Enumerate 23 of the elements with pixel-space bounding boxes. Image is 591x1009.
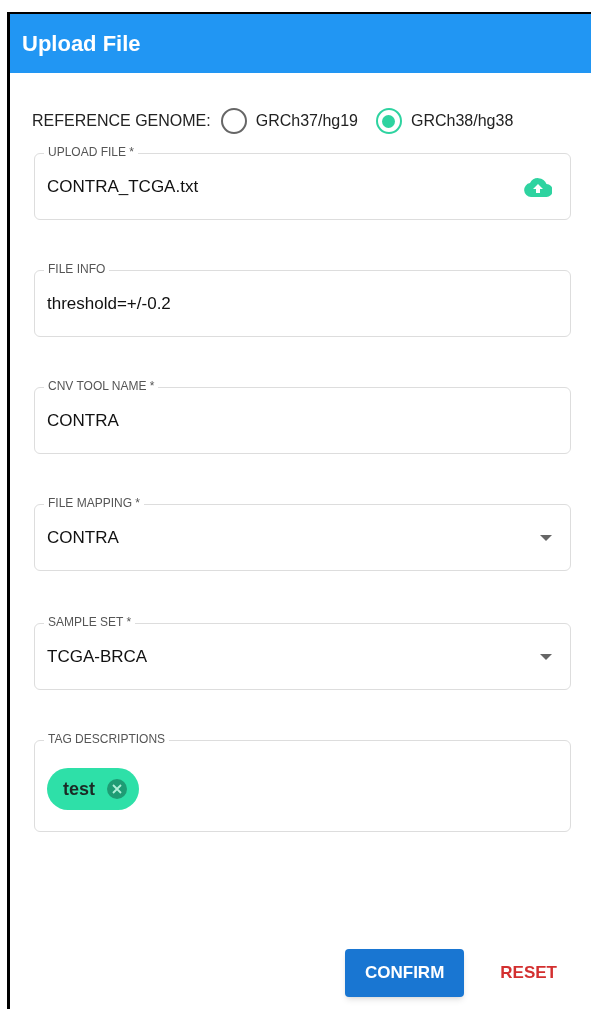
radio-label[interactable]: GRCh37/hg19 <box>255 109 358 133</box>
field-value: CONTRA_TCGA.txt <box>47 175 200 198</box>
field-value: CONTRA <box>47 409 120 432</box>
field-label: UPLOAD FILE * <box>44 145 139 159</box>
field-label: SAMPLE SET * <box>44 615 136 629</box>
radio-button[interactable] <box>376 108 402 134</box>
field-value: TCGA-BRCA <box>47 645 149 668</box>
confirm-button[interactable]: CONFIRM <box>345 949 465 997</box>
radio-button[interactable] <box>220 108 247 134</box>
genome-label: REFERENCE GENOME: <box>32 111 211 131</box>
remove-icon[interactable] <box>107 779 127 799</box>
field-label: FILE MAPPING * <box>44 496 145 510</box>
field-label: CNV TOOL NAME * <box>44 379 159 393</box>
field-value: CONTRA <box>47 526 120 549</box>
window-title: Upload File <box>22 30 141 58</box>
radio-label[interactable]: GRCh38/hg38 <box>411 109 514 133</box>
tag-chip[interactable]: test <box>47 768 139 810</box>
field-value: threshold=+/-0.2 <box>47 292 172 315</box>
dropdown-icon[interactable] <box>540 534 552 541</box>
reset-button[interactable]: RESET <box>494 949 563 997</box>
field-label: TAG DESCRIPTIONS <box>44 732 170 746</box>
dropdown-icon[interactable] <box>540 653 552 660</box>
field-label: FILE INFO <box>44 262 110 276</box>
